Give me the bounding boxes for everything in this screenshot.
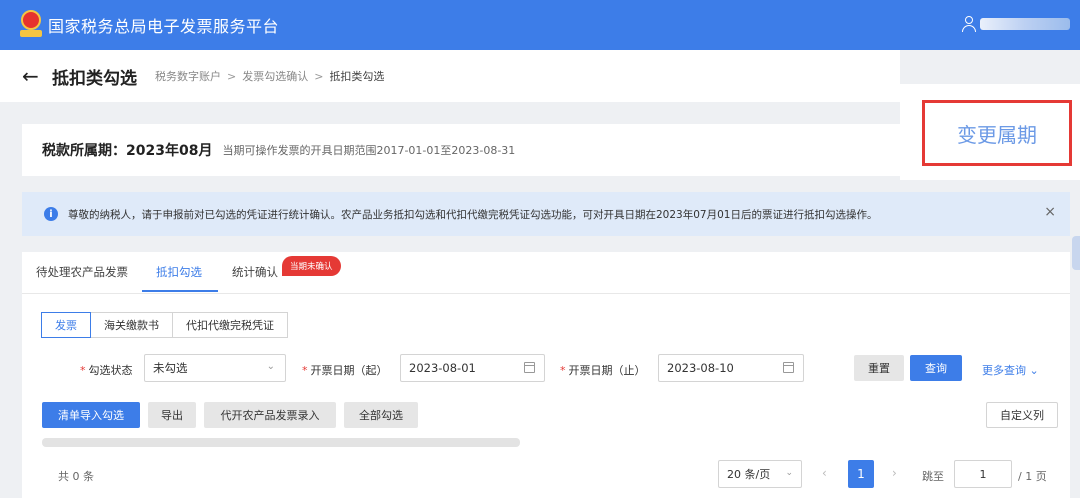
info-icon: i	[44, 207, 58, 221]
breadcrumb-item[interactable]: 发票勾选确认	[242, 68, 308, 84]
breadcrumb-current: 抵扣类勾选	[329, 70, 385, 83]
back-arrow-icon[interactable]: ←	[22, 64, 44, 88]
export-button[interactable]: 导出	[148, 402, 196, 428]
page-total: / 1 页	[1018, 470, 1047, 483]
tax-period-label: 税款所属期：2023年08月	[42, 143, 213, 159]
tax-period-hint: 当期可操作发票的开具日期范围2017-01-01至2023-08-31	[222, 144, 516, 157]
end-date-label: * 开票日期（止）	[560, 364, 646, 377]
end-date-picker[interactable]: 2023-08-10	[658, 354, 804, 382]
chevron-down-icon: ⌄	[785, 468, 793, 478]
custom-columns-button[interactable]: 自定义列	[986, 402, 1058, 428]
page-size-select[interactable]: 20 条/页 ⌄	[718, 460, 802, 488]
select-all-button[interactable]: 全部勾选	[344, 402, 418, 428]
reset-button[interactable]: 重置	[854, 355, 904, 381]
horizontal-scrollbar[interactable]	[42, 438, 520, 447]
subtab-customs-payment[interactable]: 海关缴款书	[90, 312, 173, 338]
active-tab-indicator	[142, 290, 218, 292]
side-panel-handle[interactable]	[1072, 236, 1080, 270]
query-button[interactable]: 查询	[910, 355, 962, 381]
page-title-bar: ← 抵扣类勾选 税务数字账户 > 发票勾选确认 > 抵扣类勾选	[0, 50, 900, 102]
subtab-withholding-certificate[interactable]: 代扣代缴完税凭证	[172, 312, 288, 338]
app-title: 国家税务总局电子发票服务平台	[48, 17, 280, 36]
unconfirmed-badge: 当期未确认	[282, 256, 341, 276]
tab-statistics-confirm[interactable]: 统计确认	[232, 264, 278, 280]
page-title: 抵扣类勾选	[52, 68, 137, 89]
start-date-label: * 开票日期（起）	[302, 364, 388, 377]
change-period-button[interactable]: 变更属期	[922, 100, 1072, 166]
total-count: 共 0 条	[58, 470, 94, 483]
subtab-invoice[interactable]: 发票	[41, 312, 91, 338]
tab-pending-agri-invoices[interactable]: 待处理农产品发票	[36, 264, 128, 280]
calendar-icon	[783, 362, 794, 373]
status-filter-label: * 勾选状态	[80, 364, 133, 377]
jump-page-input[interactable]	[954, 460, 1012, 488]
more-query-link[interactable]: 更多查询 ⌄	[982, 362, 1039, 378]
tax-emblem-logo	[20, 10, 42, 40]
notice-bar: i 尊敬的纳税人，请于申报前对已勾选的凭证进行统计确认。农产品业务抵扣勾选和代扣…	[22, 192, 1070, 236]
tab-bar: 待处理农产品发票 抵扣勾选 统计确认 当期未确认	[22, 252, 1070, 294]
close-icon[interactable]: ×	[1044, 204, 1056, 220]
next-page-icon[interactable]: ›	[892, 466, 897, 480]
jump-to-label: 跳至	[922, 470, 944, 483]
calendar-icon	[524, 362, 535, 373]
top-header: 国家税务总局电子发票服务平台	[0, 0, 1080, 50]
page-number-current[interactable]: 1	[848, 460, 874, 488]
breadcrumb-item[interactable]: 税务数字账户	[155, 68, 221, 84]
document-type-tabs: 发票 海关缴款书 代扣代缴完税凭证	[41, 312, 288, 338]
breadcrumb-separator: >	[227, 69, 237, 83]
status-select[interactable]: 未勾选 ⌄	[144, 354, 286, 382]
agri-invoice-entry-button[interactable]: 代开农产品发票录入	[204, 402, 336, 428]
tab-deduction-select[interactable]: 抵扣勾选	[156, 264, 202, 280]
prev-page-icon[interactable]: ‹	[822, 466, 827, 480]
chevron-down-icon: ⌄	[266, 361, 275, 372]
main-content-card: 待处理农产品发票 抵扣勾选 统计确认 当期未确认 发票 海关缴款书 代扣代缴完税…	[22, 252, 1070, 498]
user-name-redacted[interactable]	[980, 18, 1070, 30]
notice-text: 尊敬的纳税人，请于申报前对已勾选的凭证进行统计确认。农产品业务抵扣勾选和代扣代缴…	[68, 208, 878, 221]
start-date-picker[interactable]: 2023-08-01	[400, 354, 545, 382]
breadcrumb-separator: >	[314, 69, 324, 83]
import-select-button[interactable]: 清单导入勾选	[42, 402, 140, 428]
breadcrumb: 税务数字账户 > 发票勾选确认 > 抵扣类勾选	[155, 68, 384, 84]
tax-period-card: 税款所属期：2023年08月 当期可操作发票的开具日期范围2017-01-01至…	[22, 124, 900, 176]
user-icon[interactable]	[962, 15, 976, 33]
